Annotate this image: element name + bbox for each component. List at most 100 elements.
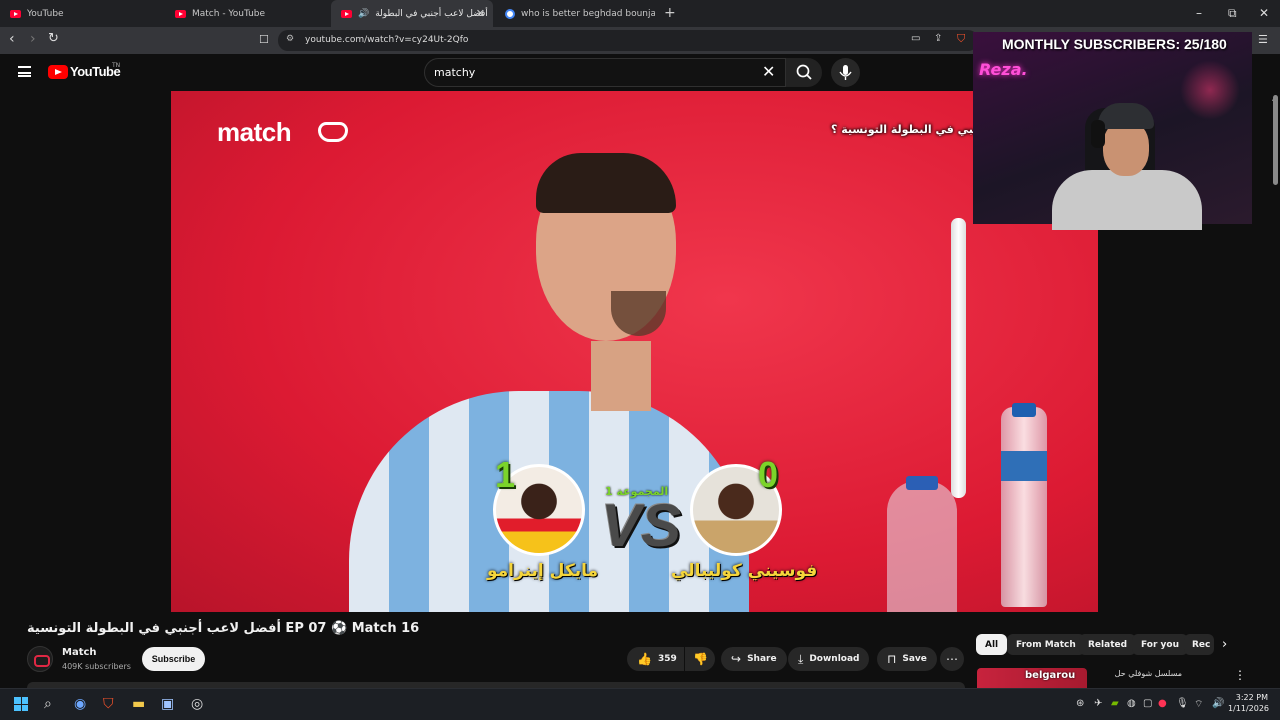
browser-tab[interactable]: Match - YouTube	[165, 0, 330, 27]
nvidia-tray-icon[interactable]: ▰	[1111, 698, 1119, 709]
clock-time[interactable]: 3:22 PM	[1234, 693, 1268, 702]
channel-name[interactable]: Match	[62, 647, 97, 658]
browser-menu-icon[interactable]: ☰	[1258, 33, 1268, 46]
chip-for-you[interactable]: For you	[1132, 634, 1188, 655]
volume-tray-icon[interactable]: 🔊	[1212, 698, 1224, 709]
webcam-headset	[1091, 120, 1105, 148]
browser-tab[interactable]: who is better beghdad bounjah or yo	[495, 0, 655, 27]
webcam-neon-sign: Reza.	[979, 60, 1028, 79]
channel-avatar[interactable]	[27, 646, 53, 672]
search-icon	[796, 64, 812, 80]
clear-search-icon[interactable]: ✕	[762, 62, 775, 81]
youtube-icon	[10, 9, 21, 18]
tab-title: YouTube	[27, 8, 64, 19]
network-tray-icon[interactable]: ✈	[1094, 698, 1102, 709]
wifi-tray-icon[interactable]: ⌔	[1194, 698, 1203, 711]
more-vertical-icon[interactable]: ⋮	[1234, 668, 1246, 682]
share-label: Share	[747, 654, 777, 664]
file-explorer-icon[interactable]: ▬	[132, 696, 145, 712]
scroll-thumb[interactable]	[1273, 95, 1278, 185]
minimize-button[interactable]: –	[1196, 6, 1202, 20]
steam-tray-icon[interactable]: ⊛	[1076, 698, 1084, 709]
chip-all[interactable]: All	[976, 634, 1008, 655]
brave-browser-icon[interactable]: ⛉	[103, 696, 114, 712]
scene-bottle-cap	[1012, 403, 1036, 417]
player-left-name: مايكل إينرامو	[487, 561, 599, 581]
new-tab-button[interactable]: +	[664, 5, 676, 21]
url-text[interactable]: youtube.com/watch?v=cy24Ut-2Qfo	[305, 35, 468, 45]
windows-start-icon[interactable]	[14, 697, 28, 711]
download-label: Download	[809, 654, 860, 664]
youtube-logo-icon[interactable]	[48, 65, 68, 79]
recommendation-title[interactable]: مسلسل شوفلي حل	[1092, 669, 1182, 678]
download-icon: ⤓	[798, 651, 804, 666]
save-button[interactable]: ⊓ Save	[877, 647, 937, 671]
player-left-score: 1	[495, 454, 516, 495]
back-button[interactable]: ‹	[9, 31, 15, 47]
like-count: 359	[657, 654, 677, 664]
scene-pole	[951, 218, 966, 498]
menu-icon[interactable]	[18, 66, 31, 77]
video-player[interactable]: match أفضل لاعب أجنبي في البطولة التونسي…	[171, 91, 1098, 612]
obs-icon[interactable]: ◎	[191, 696, 203, 712]
webcam-streamer-cap	[1098, 103, 1154, 129]
mic-tray-icon[interactable]: 🎙	[1176, 698, 1189, 709]
more-actions-button[interactable]: ⋯	[940, 647, 964, 671]
player-right-score: 0	[758, 454, 779, 495]
like-button[interactable]: 👍 359	[627, 647, 684, 671]
chip-from-match[interactable]: From Match	[1007, 634, 1085, 655]
tab-title: who is better beghdad bounjah or yo	[521, 8, 655, 19]
bookmark-icon[interactable]: ☐	[259, 33, 269, 46]
youtube-icon	[341, 9, 352, 18]
scene-bottle	[1001, 407, 1047, 607]
thumbnail-text: belgarou	[1025, 670, 1076, 681]
search-button[interactable]	[786, 58, 822, 87]
subscribe-button[interactable]: Subscribe	[142, 647, 205, 671]
channel-subscribers: 409K subscribers	[62, 662, 131, 671]
photos-icon[interactable]: ▣	[161, 696, 174, 712]
reload-icon[interactable]: ↻	[48, 31, 59, 46]
group-label: المجموعة 1	[605, 485, 669, 498]
download-button[interactable]: ⤓ Download	[788, 647, 870, 671]
forward-button[interactable]: ›	[30, 31, 36, 47]
tab-title: أفضل لاعب أجنبي في البطولة	[375, 8, 488, 19]
chevron-right-icon[interactable]: ›	[1222, 637, 1227, 652]
thumbs-down-icon: 👎	[693, 652, 708, 666]
app-icon[interactable]: ◉	[74, 696, 86, 712]
video-title: أفضل لاعب أجنبي في البطولة التونسية EP 0…	[27, 621, 420, 636]
search-query[interactable]: matchy	[434, 66, 475, 79]
handshake-icon	[318, 122, 348, 142]
vs-label: VS	[601, 492, 682, 559]
recording-tray-icon[interactable]: ●	[1158, 698, 1167, 709]
close-window-button[interactable]: ✕	[1259, 6, 1269, 20]
dislike-button[interactable]: 👎	[685, 647, 715, 671]
browser-tab[interactable]: YouTube	[0, 0, 165, 27]
share-button[interactable]: ↪ Share	[721, 647, 787, 671]
voice-search-button[interactable]	[831, 58, 860, 87]
brave-shield-icon[interactable]: ⛉	[957, 32, 965, 46]
search-input[interactable]	[424, 58, 786, 87]
scene-person-neck	[591, 341, 651, 411]
restore-button[interactable]: ⧉	[1228, 6, 1237, 21]
thumbs-up-icon: 👍	[637, 652, 652, 666]
search-icon[interactable]: ⌕	[44, 696, 52, 712]
tray-app-icon[interactable]: ▢	[1143, 698, 1152, 709]
share-page-icon[interactable]: ⇪	[934, 33, 942, 44]
subscriber-goal-overlay: MONTHLY SUBSCRIBERS: 25/180	[1002, 36, 1227, 52]
close-tab-icon[interactable]: ✕	[476, 7, 485, 20]
youtube-icon	[175, 9, 186, 18]
chip-related[interactable]: Related	[1079, 634, 1137, 655]
discord-tray-icon[interactable]: ◍	[1127, 698, 1136, 709]
clock-date[interactable]: 1/11/2026	[1228, 704, 1269, 713]
browser-tab-active[interactable]: 🔊 أفضل لاعب أجنبي في البطولة ✕	[331, 0, 493, 27]
share-icon: ↪	[731, 652, 742, 666]
scene-bottle-cap	[906, 476, 938, 490]
tab-title: Match - YouTube	[192, 8, 266, 19]
chip-recent[interactable]: Rec	[1184, 634, 1214, 655]
audio-icon[interactable]: 🔊	[358, 9, 369, 19]
webcam-light	[1180, 60, 1240, 120]
site-info-icon[interactable]: ⚙	[286, 34, 294, 44]
bookmark-add-icon: ⊓	[887, 652, 897, 666]
scene-bottle-label	[1001, 451, 1047, 481]
cast-icon[interactable]: ▭	[911, 33, 920, 44]
